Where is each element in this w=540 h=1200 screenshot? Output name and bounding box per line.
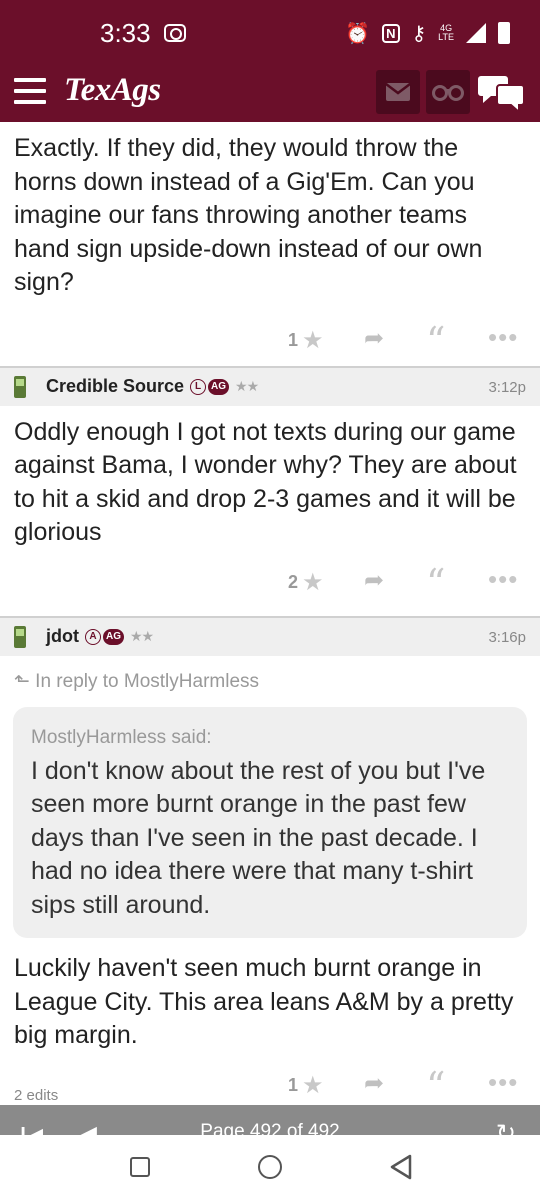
- badge-ag: AG: [103, 628, 124, 645]
- signal-icon: [466, 23, 486, 43]
- post-actions: 2 ★ ➦ “ •••: [0, 550, 540, 616]
- post-time: 3:12p: [488, 378, 526, 396]
- post-body: Exactly. If they did, they would throw t…: [14, 134, 483, 296]
- post: Exactly. If they did, they would throw t…: [0, 122, 540, 366]
- page-indicator[interactable]: Page 492 of 492: [0, 1121, 540, 1135]
- more-icon: •••: [488, 1066, 519, 1097]
- reply-button[interactable]: ➦: [364, 566, 384, 595]
- star-icon: ★: [302, 326, 324, 354]
- system-nav-bar: [0, 1135, 540, 1200]
- watching-button[interactable]: [426, 70, 470, 114]
- app-header: TexAgs: [0, 64, 540, 122]
- badge-letter: A: [85, 628, 101, 645]
- like-count: 2: [288, 571, 299, 592]
- reply-button[interactable]: ➦: [364, 324, 384, 353]
- status-icons: ⏰ N ⚷ 4G LTE: [345, 20, 510, 46]
- like-count: 1: [288, 1074, 299, 1095]
- quote-icon: “: [426, 560, 446, 605]
- quoted-post: MostlyHarmless said: I don't know about …: [13, 706, 527, 938]
- reply-icon: ➦: [364, 1069, 385, 1097]
- network-type: 4G LTE: [438, 23, 454, 42]
- messages-button[interactable]: [376, 70, 420, 114]
- quote-button[interactable]: “: [426, 1063, 446, 1108]
- post-header: Credible Source L AG ★★ 3:12p: [0, 365, 540, 406]
- post-time: 3:16p: [488, 628, 526, 646]
- reply-button[interactable]: ➦: [364, 1069, 384, 1098]
- more-button[interactable]: •••: [488, 1067, 518, 1098]
- post: Credible Source L AG ★★ 3:12p Oddly enou…: [0, 365, 540, 616]
- more-icon: •••: [488, 321, 519, 352]
- back-button[interactable]: [388, 1153, 414, 1181]
- like-button[interactable]: 1 ★: [288, 326, 324, 355]
- post-header: jdot A AG ★★ 3:16p: [0, 615, 540, 656]
- pagination-bar: |◀ ◀ Page 492 of 492 ↻: [0, 1105, 540, 1135]
- badge-ag: AG: [208, 378, 230, 395]
- reply-arrow-icon: ⬑: [14, 670, 30, 692]
- alarm-icon: ⏰: [345, 22, 371, 45]
- quote-button[interactable]: “: [426, 560, 446, 605]
- quote-icon: “: [426, 318, 446, 363]
- quote-author: MostlyHarmless said:: [31, 726, 212, 748]
- nfc-icon: N: [382, 23, 400, 43]
- mobile-icon: [14, 625, 26, 648]
- badge-letter: L: [190, 378, 207, 395]
- screen-record-icon: [164, 24, 186, 42]
- status-bar: 3:33 ⏰ N ⚷ 4G LTE: [0, 0, 540, 64]
- menu-icon[interactable]: [14, 78, 46, 104]
- post-body: Oddly enough I got not texts during our …: [14, 417, 517, 547]
- more-icon: •••: [488, 563, 519, 594]
- mail-icon: [385, 83, 411, 101]
- like-button[interactable]: 1 ★: [288, 1071, 324, 1100]
- key-icon: ⚷: [411, 22, 427, 45]
- username[interactable]: Credible Source: [46, 376, 184, 397]
- refresh-icon[interactable]: ↻: [496, 1119, 516, 1135]
- like-button[interactable]: 2 ★: [288, 568, 324, 597]
- binoculars-icon: [432, 85, 464, 101]
- user-rating-stars: ★★: [130, 628, 154, 644]
- quote-icon: “: [426, 1063, 446, 1108]
- post: jdot A AG ★★ 3:16p ⬑ In reply to MostlyH…: [0, 615, 540, 1119]
- user-rating-stars: ★★: [235, 378, 259, 394]
- battery-icon: [498, 22, 510, 44]
- edit-count[interactable]: 2 edits: [14, 1087, 58, 1104]
- more-button[interactable]: •••: [488, 564, 518, 595]
- post-actions: 1 ★ ➦ “ •••: [0, 300, 540, 366]
- post-body: Luckily haven't seen much burnt orange i…: [14, 954, 514, 1049]
- quote-button[interactable]: “: [426, 318, 446, 363]
- star-icon: ★: [302, 568, 324, 596]
- username[interactable]: jdot: [46, 626, 79, 647]
- recents-button[interactable]: [130, 1157, 150, 1177]
- quote-text: I don't know about the rest of you but I…: [31, 756, 486, 919]
- more-button[interactable]: •••: [488, 322, 518, 353]
- status-time: 3:33: [100, 18, 151, 48]
- home-button[interactable]: [258, 1155, 282, 1179]
- reply-to-link[interactable]: ⬑ In reply to MostlyHarmless: [0, 656, 540, 693]
- mobile-icon: [14, 375, 26, 398]
- like-count: 1: [288, 329, 299, 350]
- texags-logo[interactable]: TexAgs: [64, 72, 161, 109]
- reply-icon: ➦: [364, 324, 385, 352]
- chat-icon[interactable]: [478, 72, 526, 112]
- reply-icon: ➦: [364, 566, 385, 594]
- reply-to-text: In reply to MostlyHarmless: [35, 670, 260, 692]
- star-icon: ★: [302, 1071, 324, 1099]
- thread-content: Exactly. If they did, they would throw t…: [0, 122, 540, 1119]
